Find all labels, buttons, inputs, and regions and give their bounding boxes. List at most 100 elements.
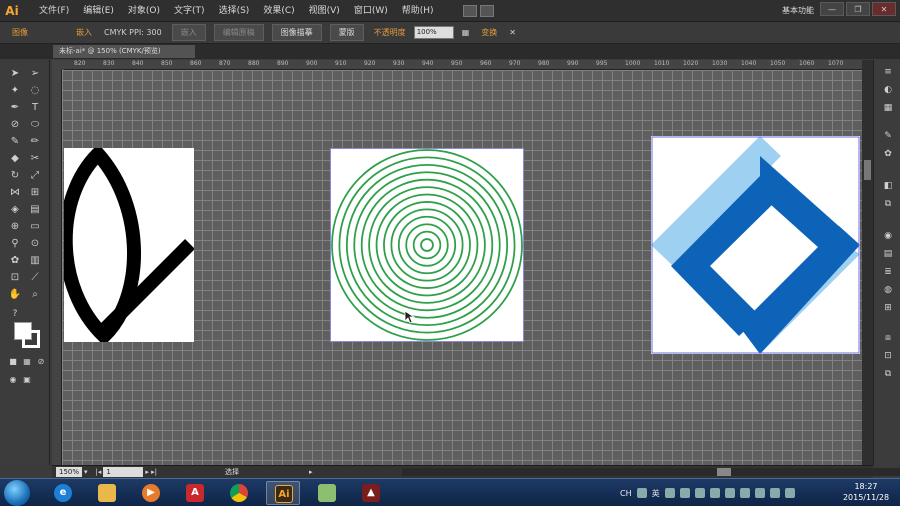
artboards-panel-icon[interactable]: ⧉ [881, 198, 895, 210]
bridge-icon[interactable] [462, 4, 477, 17]
ellipse-tool-icon[interactable]: ⬭ [28, 119, 42, 131]
selection-tool-icon[interactable]: ➤ [8, 68, 22, 80]
taskbar-acrobat[interactable]: A [178, 481, 212, 505]
menu-edit[interactable]: 编辑(E) [76, 0, 121, 22]
tray-lang[interactable]: CH [620, 489, 632, 498]
artwork-concentric-rings[interactable] [330, 148, 524, 342]
width-tool-icon[interactable]: ⋈ [8, 187, 22, 199]
horizontal-scrollbar-thumb[interactable] [717, 468, 731, 476]
hand-tool-icon[interactable]: ✋ [8, 289, 22, 301]
appearance-panel-icon[interactable]: ◉ [881, 230, 895, 242]
magic-wand-icon[interactable]: ✦ [8, 85, 22, 97]
graphic-styles-panel-icon[interactable]: ▤ [881, 248, 895, 260]
tray-icon-3[interactable] [694, 488, 705, 498]
mask-button[interactable]: 蒙版 [329, 24, 364, 41]
embed-link[interactable]: 嵌入 [70, 27, 98, 38]
close-button[interactable]: ✕ [872, 2, 896, 16]
zoom-dropdown-icon[interactable]: ▾ [84, 468, 88, 476]
panel-menu-icon[interactable]: ≡ [881, 66, 895, 78]
zoom-select[interactable]: 150% [56, 467, 83, 477]
menu-effect[interactable]: 效果(C) [256, 0, 301, 22]
menu-window[interactable]: 窗口(W) [347, 0, 395, 22]
menu-view[interactable]: 视图(V) [302, 0, 347, 22]
status-arrow-icon[interactable]: ▸ [309, 468, 313, 476]
isolate-icon[interactable]: ✕ [503, 28, 522, 37]
scissors-icon[interactable]: ✂ [28, 153, 42, 165]
eyedropper-icon[interactable]: ⚲ [8, 238, 22, 250]
arrange-documents-icon[interactable] [479, 4, 494, 17]
image-trace-button[interactable]: 图像描摹 [271, 24, 322, 41]
links-panel-icon[interactable]: ⧉ [881, 368, 895, 380]
style-swatch-icon[interactable]: ▦ [456, 28, 476, 37]
fill-stroke-swatches[interactable] [14, 322, 40, 348]
taskbar-media[interactable]: ▶ [134, 481, 168, 505]
taskbar-folder[interactable] [310, 481, 344, 505]
settings-tray-icon[interactable] [724, 488, 735, 498]
help-tray-icon[interactable] [709, 488, 720, 498]
first-artboard-icon[interactable]: |◂ [96, 468, 102, 476]
artwork-diamond-frame[interactable] [651, 136, 860, 354]
vertical-scrollbar[interactable] [862, 60, 873, 465]
opacity-input[interactable]: 100% [413, 26, 454, 39]
vertical-scrollbar-thumb[interactable] [864, 160, 871, 180]
taskbar-unknown[interactable]: ▲ [354, 481, 388, 505]
taskbar-ie[interactable]: e [46, 481, 80, 505]
blend-tool-icon[interactable]: ⊙ [28, 238, 42, 250]
symbols-panel-icon[interactable]: ✿ [881, 148, 895, 160]
color-mode-icon[interactable]: ■ [6, 356, 20, 368]
menu-file[interactable]: 文件(F) [32, 0, 76, 22]
mesh-tool-icon[interactable]: ⊕ [8, 221, 22, 233]
edit-original-button[interactable]: 编辑原稿 [213, 24, 264, 41]
swatches-panel-icon[interactable]: ▦ [881, 102, 895, 114]
opacity-label[interactable]: 不透明度 [368, 27, 412, 38]
line-tool-icon[interactable]: ⊘ [8, 119, 22, 131]
stroke-swatch[interactable] [22, 330, 40, 348]
document-tab[interactable]: 未标-ai* @ 150% (CMYK/预览) [52, 44, 196, 59]
ime-icon[interactable] [636, 488, 647, 498]
draw-normal-icon[interactable]: ◉ [6, 374, 20, 386]
perspective-grid-icon[interactable]: ▤ [28, 204, 42, 216]
free-transform-icon[interactable]: ⊞ [28, 187, 42, 199]
tray-icon-2[interactable] [679, 488, 690, 498]
next-artboard-icon[interactable]: ▸ ▸| [145, 468, 157, 476]
screen-mode-icon[interactable]: ▣ [20, 374, 34, 386]
lasso-icon[interactable]: ◌ [28, 85, 42, 97]
brushes-panel-icon[interactable]: ✎ [881, 130, 895, 142]
zoom-tool-icon[interactable]: ⌕ [28, 289, 42, 301]
shape-builder-icon[interactable]: ◈ [8, 204, 22, 216]
start-button-icon[interactable] [4, 480, 30, 506]
transform-panel-icon[interactable]: ⧈ [881, 332, 895, 344]
artboard-number[interactable]: 1 [103, 467, 144, 477]
ruler-origin[interactable] [52, 60, 64, 70]
volume-icon[interactable] [784, 488, 795, 498]
symbol-sprayer-icon[interactable]: ✿ [8, 255, 22, 267]
network-icon[interactable] [769, 488, 780, 498]
taskbar-clock[interactable]: 18:27 2015/11/28 [836, 481, 896, 503]
transform-link[interactable]: 变换 [475, 27, 503, 38]
embed-button[interactable]: 嵌入 [171, 24, 206, 41]
artboard-tool-icon[interactable]: ⊡ [8, 272, 22, 284]
minimize-button[interactable]: — [820, 2, 844, 16]
slice-tool-icon[interactable]: ⟋ [28, 272, 42, 284]
color-panel-icon[interactable]: ◐ [881, 84, 895, 96]
restore-button[interactable]: ❐ [846, 2, 870, 16]
menu-select[interactable]: 选择(S) [212, 0, 257, 22]
status-tool-label[interactable]: 选择 [225, 467, 239, 477]
gradient-mode-icon[interactable]: ▦ [20, 356, 34, 368]
scale-tool-icon[interactable]: ⤢ [28, 170, 42, 182]
action-center-icon[interactable] [754, 488, 765, 498]
menu-type[interactable]: 文字(T) [167, 0, 212, 22]
windows-flag-icon[interactable] [739, 488, 750, 498]
taskbar-explorer[interactable] [90, 481, 124, 505]
rotate-tool-icon[interactable]: ↻ [8, 170, 22, 182]
direct-selection-tool-icon[interactable]: ➢ [28, 68, 42, 80]
none-mode-icon[interactable]: ⊘ [34, 356, 48, 368]
tray-ime[interactable]: 英 [652, 488, 660, 499]
pathfinder-panel-icon[interactable]: ⊡ [881, 350, 895, 362]
menu-help[interactable]: 帮助(H) [395, 0, 441, 22]
blob-brush-icon[interactable]: ◆ [8, 153, 22, 165]
artwork-leaf-shape[interactable] [64, 148, 194, 342]
stroke-panel-icon[interactable]: ≣ [881, 266, 895, 278]
tray-icon-1[interactable] [664, 488, 675, 498]
align-panel-icon[interactable]: ⊞ [881, 302, 895, 314]
